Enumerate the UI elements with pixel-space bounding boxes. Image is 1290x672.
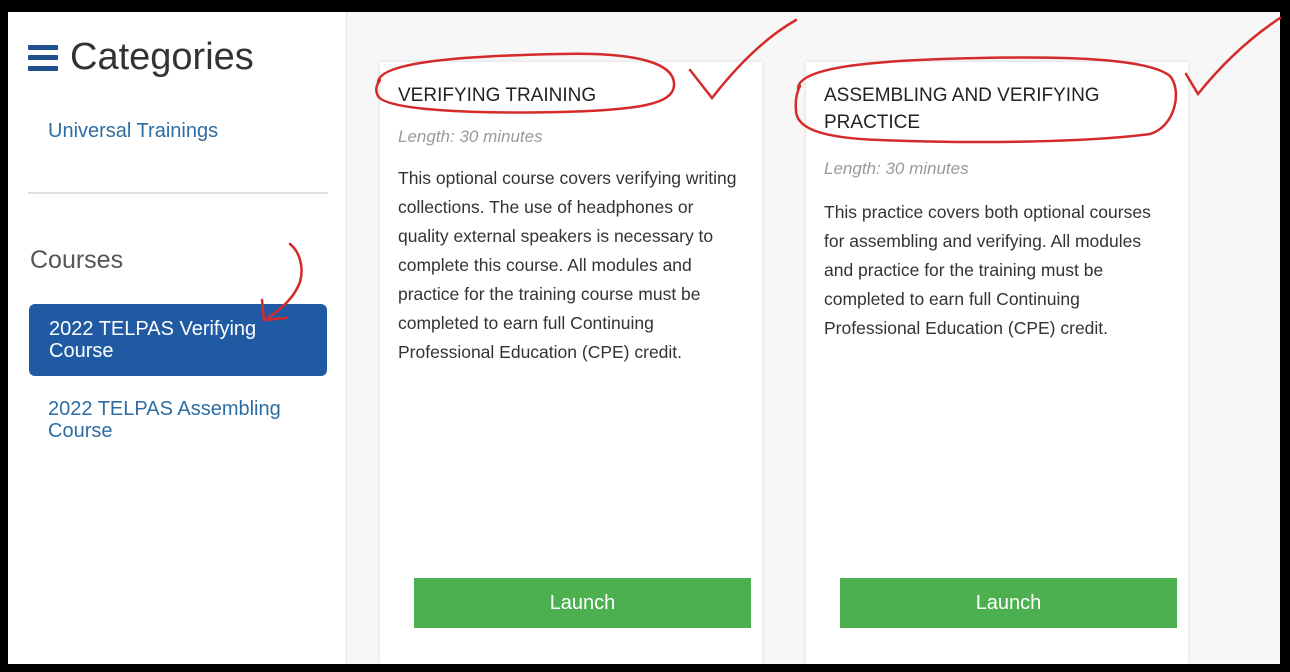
card-description: This practice covers both optional cours…: [824, 202, 1151, 338]
course-item-telpas-verifying[interactable]: 2022 TELPAS Verifying Course: [29, 304, 327, 376]
card-length: Length: 30 minutes: [824, 159, 969, 178]
launch-button[interactable]: Launch: [840, 578, 1177, 628]
course-item-telpas-assembling[interactable]: 2022 TELPAS Assembling Course: [48, 398, 308, 442]
courses-title: Courses: [30, 246, 124, 274]
card-description: This optional course covers verifying wr…: [398, 168, 737, 362]
categories-title: Categories: [70, 36, 254, 78]
card-length: Length: 30 minutes: [398, 127, 543, 146]
hamburger-menu-icon[interactable]: [28, 44, 58, 71]
card-title: VERIFYING TRAINING: [398, 85, 597, 106]
categories-header: Categories: [28, 36, 254, 79]
category-universal-trainings[interactable]: Universal Trainings: [48, 120, 218, 142]
course-card-assembling-verifying-practice: [806, 62, 1188, 664]
sidebar-divider: [28, 192, 328, 194]
launch-button[interactable]: Launch: [414, 578, 751, 628]
card-title: ASSEMBLING AND VERIFYING PRACTICE: [824, 85, 1100, 133]
